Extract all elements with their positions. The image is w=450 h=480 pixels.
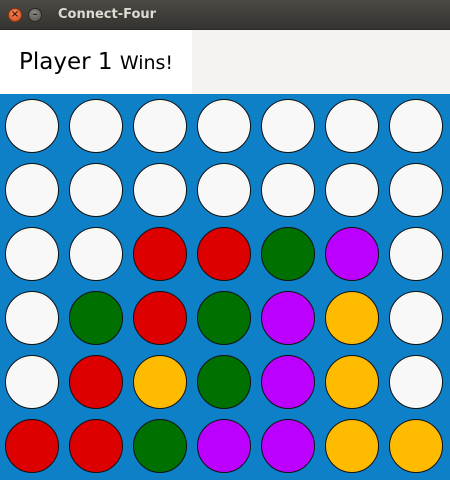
board-cell-r2-c1-empty[interactable] xyxy=(5,163,59,217)
connect-four-window: × – Connect-Four Player 1 Wins! xyxy=(0,0,450,480)
board-cell-r1-c6-empty[interactable] xyxy=(325,99,379,153)
board-cell-r1-c7-empty[interactable] xyxy=(389,99,443,153)
board-cell-r4-c2-green[interactable] xyxy=(69,291,123,345)
board-cell-r5-c7-empty[interactable] xyxy=(389,355,443,409)
board-cell-r5-c6-yellow[interactable] xyxy=(325,355,379,409)
board-cell-r1-c5-empty[interactable] xyxy=(261,99,315,153)
minimize-icon[interactable]: – xyxy=(28,8,42,22)
board-cell-r4-c1-empty[interactable] xyxy=(5,291,59,345)
board-cell-r2-c5-empty[interactable] xyxy=(261,163,315,217)
board-cell-r4-c5-purple[interactable] xyxy=(261,291,315,345)
board-cell-r3-c7-empty[interactable] xyxy=(389,227,443,281)
close-icon[interactable]: × xyxy=(8,8,22,22)
board-cell-r5-c4-green[interactable] xyxy=(197,355,251,409)
minimize-glyph: – xyxy=(32,9,38,20)
board-cell-r5-c2-red[interactable] xyxy=(69,355,123,409)
board-cell-r3-c4-red[interactable] xyxy=(197,227,251,281)
board-cell-r2-c6-empty[interactable] xyxy=(325,163,379,217)
board-cell-r2-c3-empty[interactable] xyxy=(133,163,187,217)
board-cell-r4-c7-empty[interactable] xyxy=(389,291,443,345)
status-area: Player 1 Wins! xyxy=(0,30,450,94)
board-cell-r3-c6-purple[interactable] xyxy=(325,227,379,281)
board-cell-r4-c4-green[interactable] xyxy=(197,291,251,345)
board-cell-r5-c3-yellow[interactable] xyxy=(133,355,187,409)
board-cell-r4-c3-red[interactable] xyxy=(133,291,187,345)
status-player: Player 1 xyxy=(19,49,113,75)
board-cell-r3-c5-green[interactable] xyxy=(261,227,315,281)
board-cell-r1-c3-empty[interactable] xyxy=(133,99,187,153)
board-cell-r1-c4-empty[interactable] xyxy=(197,99,251,153)
status-result: Wins! xyxy=(119,52,174,74)
board-cell-r3-c1-empty[interactable] xyxy=(5,227,59,281)
board-cell-r6-c1-red[interactable] xyxy=(5,419,59,473)
board-cell-r3-c3-red[interactable] xyxy=(133,227,187,281)
window-title: Connect-Four xyxy=(58,7,157,22)
board-cell-r2-c7-empty[interactable] xyxy=(389,163,443,217)
status-message: Player 1 Wins! xyxy=(19,48,173,77)
close-glyph: × xyxy=(10,9,20,20)
board-cell-r6-c4-purple[interactable] xyxy=(197,419,251,473)
board-cell-r4-c6-yellow[interactable] xyxy=(325,291,379,345)
board-cell-r2-c4-empty[interactable] xyxy=(197,163,251,217)
board-cell-r3-c2-empty[interactable] xyxy=(69,227,123,281)
status-panel: Player 1 Wins! xyxy=(0,30,192,94)
board-cell-r5-c1-empty[interactable] xyxy=(5,355,59,409)
board-cell-r6-c3-green[interactable] xyxy=(133,419,187,473)
title-bar: × – Connect-Four xyxy=(0,0,450,30)
board-cell-r6-c2-red[interactable] xyxy=(69,419,123,473)
board-cell-r2-c2-empty[interactable] xyxy=(69,163,123,217)
board-cell-r1-c1-empty[interactable] xyxy=(5,99,59,153)
board-cell-r1-c2-empty[interactable] xyxy=(69,99,123,153)
board-cell-r5-c5-purple[interactable] xyxy=(261,355,315,409)
board-cell-r6-c5-purple[interactable] xyxy=(261,419,315,473)
board-cell-r6-c7-yellow[interactable] xyxy=(389,419,443,473)
game-board[interactable] xyxy=(0,94,450,480)
board-cell-r6-c6-yellow[interactable] xyxy=(325,419,379,473)
